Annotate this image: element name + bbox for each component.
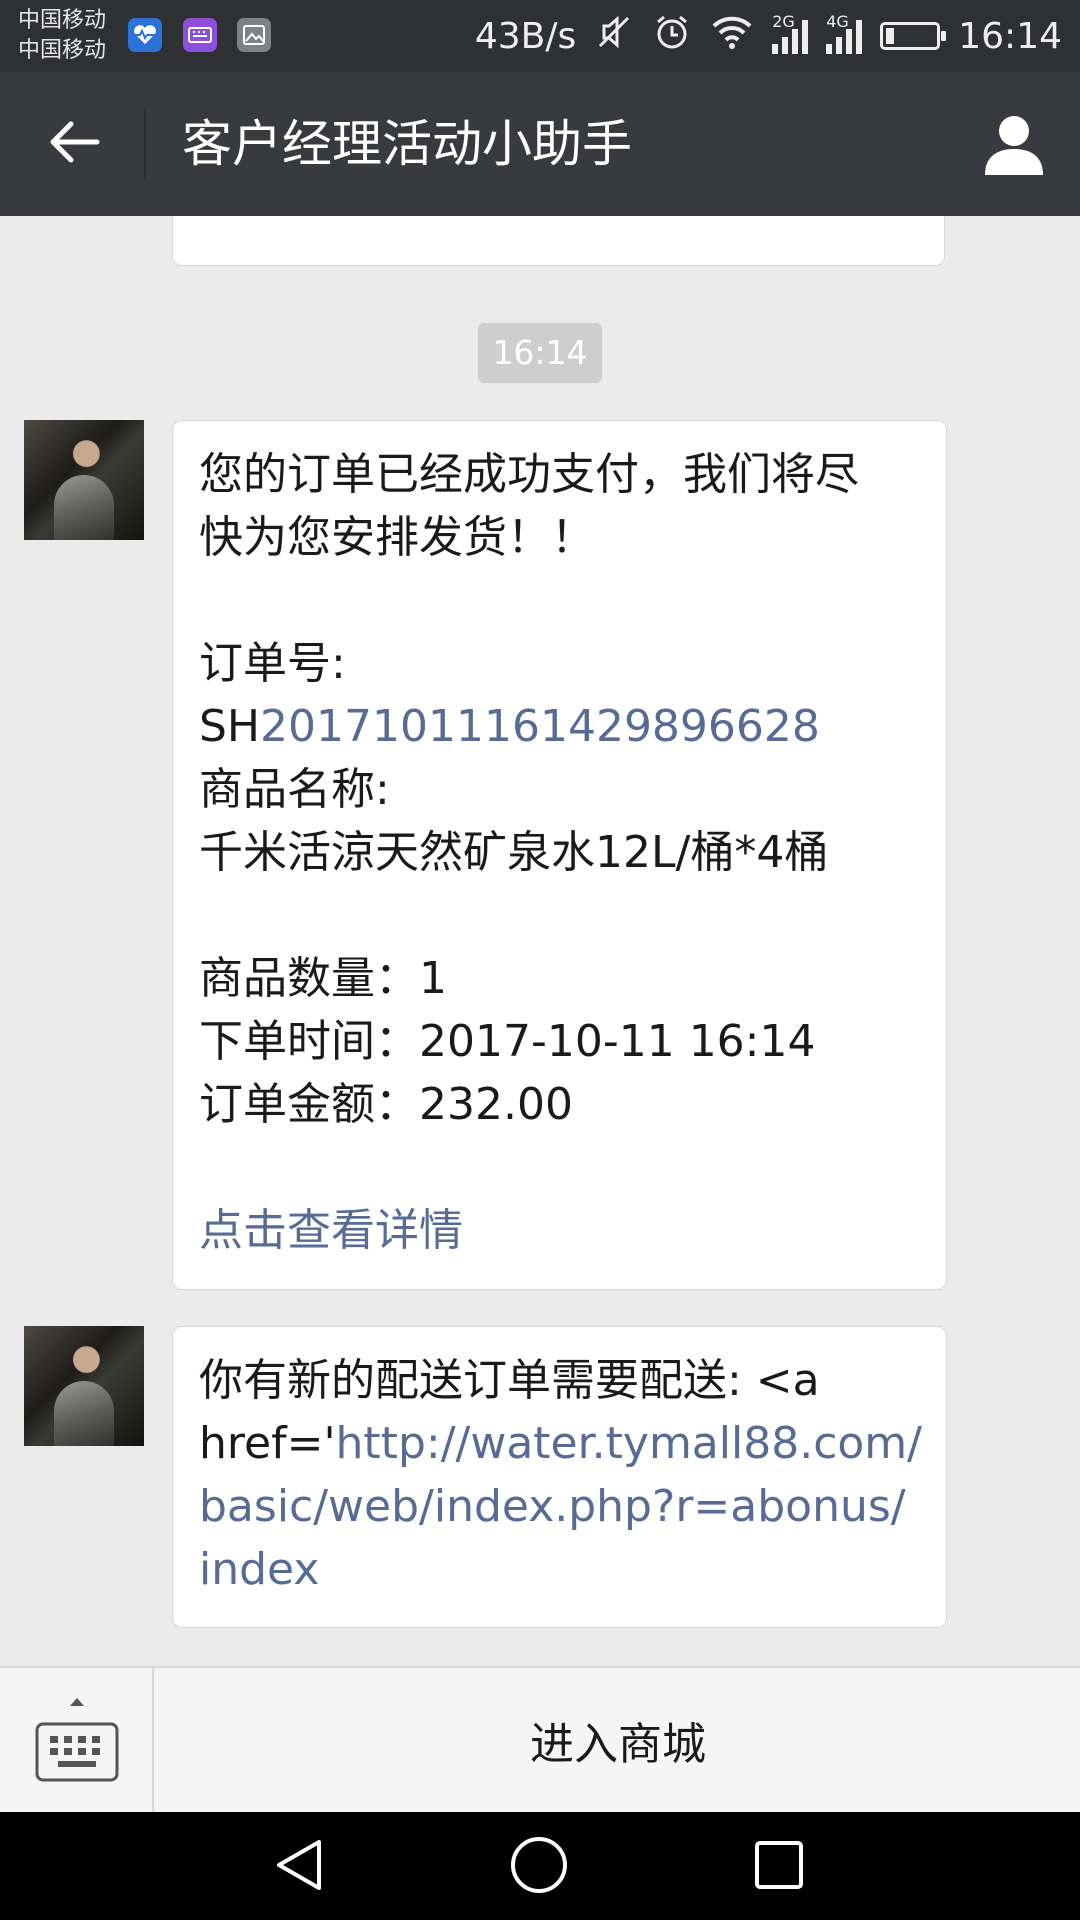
signal-1-label: 2G [772, 12, 795, 31]
net-speed: 43B/s [474, 15, 577, 57]
order-time: 下单时间：2017-10-11 16:14 [199, 1016, 816, 1067]
message-text: 您的订单已经成功支付，我们将尽 [199, 449, 859, 500]
battery-icon [880, 22, 947, 50]
keyboard-icon [34, 1694, 120, 1788]
product-quantity: 商品数量：1 [199, 953, 447, 1004]
profile-button[interactable] [976, 108, 1052, 184]
product-name-label: 商品名称: [199, 764, 390, 815]
product-name: 千米活涼天然矿泉水12L/桶*4桶 [199, 827, 829, 878]
view-details-link[interactable]: 点击查看详情 [199, 1199, 920, 1262]
carrier-1: 中国移动 [18, 8, 107, 33]
message-bubble-order-paid[interactable]: 您的订单已经成功支付，我们将尽 快为您安排发货！！ 订单号: SH2017101… [172, 420, 947, 1290]
enter-mall-menu-button[interactable]: 进入商城 [156, 1668, 1080, 1812]
signal-icon: 2G [772, 12, 809, 54]
order-number: SH20171011161429896628 [199, 695, 920, 758]
gallery-app-icon [237, 18, 271, 52]
wifi-icon [710, 12, 754, 61]
alarm-icon [652, 12, 692, 61]
status-indicators: 43B/s 2G 4G 16:14 [475, 0, 1062, 72]
message-bubble-delivery[interactable]: 你有新的配送订单需要配送: <a href='http://water.tyma… [172, 1326, 947, 1628]
person-icon [981, 111, 1047, 181]
delivery-url-link[interactable]: http://water.tymall88.com/ [336, 1418, 922, 1469]
page-title: 客户经理活动小助手 [182, 115, 632, 173]
mute-icon [594, 12, 634, 61]
signal-icon: 4G [826, 12, 863, 54]
navigation-bar [0, 1812, 1080, 1920]
message-text-url-line: href='http://water.tymall88.com/ [199, 1412, 922, 1475]
order-amount: 订单金额：232.00 [199, 1079, 573, 1130]
nav-home-icon [508, 1834, 570, 1900]
message-text: 快为您安排发货！！ [199, 512, 595, 563]
delivery-url-link[interactable]: index [199, 1538, 920, 1601]
nav-recent-icon [751, 1837, 807, 1897]
nav-recent-button[interactable] [746, 1834, 812, 1900]
health-app-icon [128, 18, 162, 52]
nav-home-button[interactable] [506, 1834, 572, 1900]
signal-2-label: 4G [826, 12, 849, 31]
back-button[interactable] [30, 108, 120, 180]
nav-back-button[interactable] [266, 1834, 332, 1900]
carrier-2: 中国移动 [18, 38, 107, 63]
order-number-prefix: SH [199, 701, 261, 752]
order-number-label: 订单号: [199, 638, 346, 689]
title-divider [144, 108, 146, 180]
status-bar: 中国移动 中国移动 43B/s 2G 4G 16:14 [0, 0, 1080, 72]
avatar[interactable] [24, 420, 144, 540]
avatar[interactable] [24, 1326, 144, 1446]
message-text: 你有新的配送订单需要配送: <a [199, 1355, 820, 1406]
delivery-url-link[interactable]: basic/web/index.php?r=abonus/ [199, 1475, 920, 1538]
status-time: 16:14 [958, 15, 1062, 57]
keyboard-toggle-button[interactable] [0, 1668, 154, 1812]
arrow-left-icon [49, 120, 101, 168]
previous-message-bubble [172, 216, 945, 266]
keyboard-app-icon [183, 18, 217, 52]
carrier-info: 中国移动 中国移动 [18, 6, 106, 66]
href-prefix: href=' [199, 1418, 336, 1469]
nav-back-icon [269, 1835, 329, 1899]
title-bar: 客户经理活动小助手 [0, 72, 1080, 216]
chat-area[interactable]: 16:14 您的订单已经成功支付，我们将尽 快为您安排发货！！ 订单号: SH2… [0, 216, 1080, 1666]
bottom-menu-bar: 进入商城 [0, 1666, 1080, 1812]
message-timestamp: 16:14 [478, 323, 602, 383]
order-number-link[interactable]: 20171011161429896628 [260, 701, 820, 752]
